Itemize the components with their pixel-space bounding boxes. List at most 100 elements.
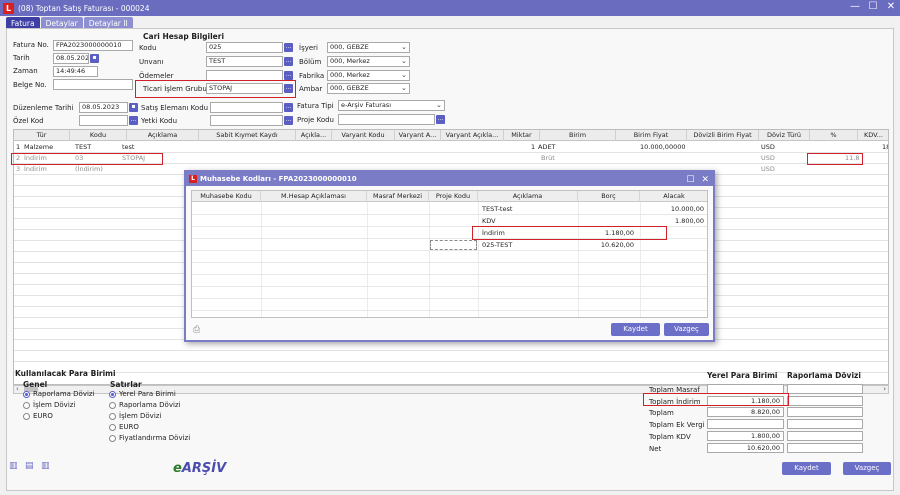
col-masraf-merkezi[interactable]: Masraf Merkezi xyxy=(367,191,429,202)
close-icon[interactable]: ✕ xyxy=(701,173,709,187)
scroll-right-icon[interactable]: › xyxy=(883,385,886,393)
yetki-kodu-lookup-button[interactable]: … xyxy=(284,116,293,125)
radio-icon[interactable] xyxy=(109,434,116,442)
odemeler-label: Ödemeler xyxy=(139,72,174,80)
scroll-left-icon[interactable]: ‹ xyxy=(16,385,19,393)
calendar-icon[interactable]: ▪ xyxy=(129,103,138,112)
col-varyant-kodu[interactable]: Varyant Kodu xyxy=(332,130,395,141)
chevron-down-icon[interactable]: ⌄ xyxy=(401,57,407,65)
unvani-lookup-button[interactable]: … xyxy=(284,57,293,66)
col-miktar[interactable]: Miktar xyxy=(504,130,540,141)
book-open-icon[interactable]: ▥ xyxy=(41,461,50,471)
maximize-icon[interactable]: ☐ xyxy=(868,1,878,12)
yetki-kodu-input[interactable] xyxy=(210,115,283,126)
radio-selected-icon[interactable] xyxy=(109,390,116,398)
maximize-icon[interactable]: ☐ xyxy=(686,173,694,187)
cari-kodu-input[interactable]: 025 xyxy=(206,42,283,53)
radio-genel-islem[interactable]: İşlem Dövizi xyxy=(23,401,75,409)
col-aciklama[interactable]: Açıklama xyxy=(127,130,199,141)
radio-icon[interactable] xyxy=(109,401,116,409)
satis-elemani-input[interactable] xyxy=(210,102,283,113)
chevron-down-icon[interactable]: ⌄ xyxy=(401,71,407,79)
table-row[interactable] xyxy=(192,263,707,275)
radio-satir-fiyatlandirma[interactable]: Fiyatlandırma Dövizi xyxy=(109,434,190,442)
chevron-down-icon[interactable]: ⌄ xyxy=(401,43,407,51)
fabrika-select[interactable]: 000, Merkez xyxy=(327,70,410,81)
minimize-icon[interactable]: — xyxy=(850,1,860,12)
duzenleme-tarihi-input[interactable]: 08.05.2023 xyxy=(79,102,128,113)
radio-satir-islem[interactable]: İşlem Dövizi xyxy=(109,412,161,420)
col-alacak[interactable]: Alacak xyxy=(640,191,707,202)
col-aciklama-2[interactable]: Açıkla... xyxy=(296,130,332,141)
radio-satir-raporlama[interactable]: Raporlama Dövizi xyxy=(109,401,181,409)
col-doviz-turu[interactable]: Döviz Türü xyxy=(759,130,810,141)
logo-prefix: e xyxy=(173,461,182,476)
radio-genel-raporlama[interactable]: Raporlama Dövizi xyxy=(23,390,95,398)
table-row[interactable]: 025-TEST 10.620,00 xyxy=(192,239,707,251)
document-icon[interactable]: ▤ xyxy=(25,461,34,471)
radio-icon[interactable] xyxy=(109,423,116,431)
table-row[interactable]: 1 Malzeme TEST test 1 ADET 10.000,00000 … xyxy=(14,142,888,153)
cari-kodu-lookup-button[interactable]: … xyxy=(284,43,293,52)
col-yuzde[interactable]: % xyxy=(810,130,858,141)
total-kdv-raporlama xyxy=(787,431,863,441)
ambar-select[interactable]: 000, GEBZE xyxy=(327,83,410,94)
radio-icon[interactable] xyxy=(23,412,30,420)
radio-genel-euro[interactable]: EURO xyxy=(23,412,53,420)
radio-label: Raporlama Dövizi xyxy=(119,401,181,409)
ozel-kod-lookup-button[interactable]: … xyxy=(129,116,138,125)
table-row[interactable] xyxy=(14,351,888,362)
radio-icon[interactable] xyxy=(109,412,116,420)
odemeler-lookup-button[interactable]: … xyxy=(284,71,293,80)
col-muhasebe-kodu[interactable]: Muhasebe Kodu xyxy=(192,191,261,202)
proje-kodu-lookup-button[interactable]: … xyxy=(436,115,445,124)
col-mhesap-aciklamasi[interactable]: M.Hesap Açıklaması xyxy=(261,191,367,202)
radio-icon[interactable] xyxy=(23,401,30,409)
cell-proje-kodu-focus[interactable] xyxy=(430,240,477,250)
col-varyant-aciklama[interactable]: Varyant Açıkla... xyxy=(441,130,504,141)
satis-elemani-lookup-button[interactable]: … xyxy=(284,103,293,112)
fatura-no-input[interactable]: FPA2023000000010 xyxy=(53,40,133,51)
radio-satir-yerel[interactable]: Yerel Para Birimi xyxy=(109,390,176,398)
ozel-kod-input[interactable] xyxy=(79,115,128,126)
dialog-vazgec-button[interactable]: Vazgeç xyxy=(664,323,709,336)
belge-no-input[interactable] xyxy=(53,79,133,90)
col-borc[interactable]: Borç xyxy=(578,191,640,202)
close-icon[interactable]: ✕ xyxy=(886,1,896,12)
table-row[interactable] xyxy=(192,251,707,263)
bolum-select[interactable]: 000, Merkez xyxy=(327,56,410,67)
vazgec-button[interactable]: Vazgeç xyxy=(843,462,891,475)
dialog-kaydet-button[interactable]: Kaydet xyxy=(611,323,660,336)
table-row[interactable]: TEST-test 10.000,00 xyxy=(192,203,707,215)
highlight-indirim-row xyxy=(11,153,163,165)
kaydet-button[interactable]: Kaydet xyxy=(782,462,831,475)
table-row[interactable] xyxy=(192,299,707,311)
radio-selected-icon[interactable] xyxy=(23,390,30,398)
fatura-tipi-select[interactable]: e-Arşiv Faturası xyxy=(338,100,445,111)
col-kodu[interactable]: Kodu xyxy=(70,130,127,141)
col-proje-kodu[interactable]: Proje Kodu xyxy=(429,191,478,202)
tarih-input[interactable]: 08.05.2023 xyxy=(53,53,89,64)
col-varyant-a[interactable]: Varyant A... xyxy=(395,130,441,141)
col-kdv[interactable]: KDV... xyxy=(858,130,888,141)
col-aciklama[interactable]: Açıklama xyxy=(478,191,578,202)
col-sabit-kiymet[interactable]: Sabit Kıymet Kaydı xyxy=(199,130,296,141)
chevron-down-icon[interactable]: ⌄ xyxy=(401,84,407,92)
col-birim[interactable]: Birim xyxy=(540,130,616,141)
col-birim-fiyat[interactable]: Birim Fiyat xyxy=(616,130,687,141)
total-ekvergi-yerel xyxy=(707,419,784,429)
printer-icon[interactable]: ⎙ xyxy=(193,325,200,335)
table-row[interactable] xyxy=(192,287,707,299)
proje-kodu-input[interactable] xyxy=(338,114,435,125)
cell-alacak: 10.000,00 xyxy=(670,205,704,213)
unvani-input[interactable]: TEST xyxy=(206,56,283,67)
radio-satir-euro[interactable]: EURO xyxy=(109,423,139,431)
book-icon[interactable]: ▥ xyxy=(9,461,18,471)
col-dovizli-birim-fiyat[interactable]: Dövizli Birim Fiyat xyxy=(687,130,759,141)
isyeri-select[interactable]: 000, GEBZE xyxy=(327,42,410,53)
calendar-icon[interactable]: ▪ xyxy=(90,54,99,63)
chevron-down-icon[interactable]: ⌄ xyxy=(436,101,442,109)
zaman-input[interactable]: 14:49:46 xyxy=(53,66,98,77)
table-row[interactable] xyxy=(192,275,707,287)
col-tur[interactable]: Tür xyxy=(14,130,70,141)
